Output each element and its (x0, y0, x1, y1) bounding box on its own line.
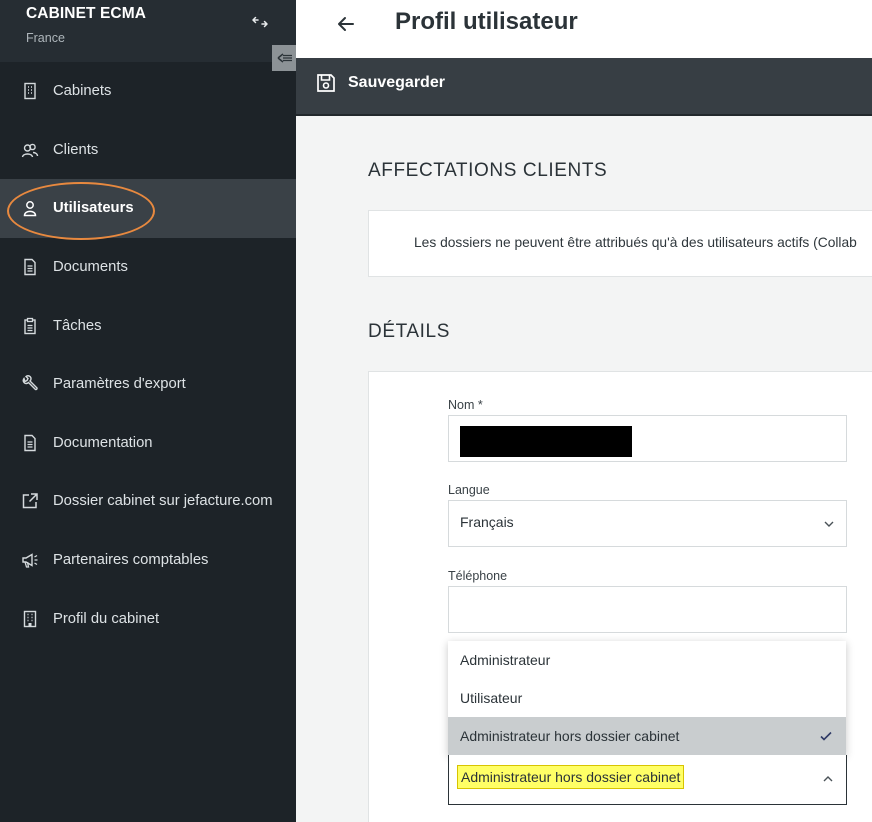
section-title-details: DÉTAILS (368, 321, 450, 342)
page-title: Profil utilisateur (395, 8, 578, 35)
action-bar: Sauvegarder (296, 58, 872, 116)
sidebar-nav: Cabinets Clients Utilisateurs Documents (0, 62, 296, 648)
sidebar: CABINET ECMA France Cabinets Clients Uti… (0, 0, 298, 822)
sidebar-header: CABINET ECMA France (0, 0, 296, 62)
clipboard-icon (21, 317, 39, 335)
building-icon (21, 82, 39, 100)
role-option-administrateur[interactable]: Administrateur (448, 641, 846, 679)
switch-firm-icon[interactable] (250, 12, 270, 32)
role-option-label: Administrateur (460, 652, 551, 668)
chevron-up-icon (823, 776, 833, 782)
sidebar-item-label: Documentation (53, 434, 153, 451)
sidebar-item-documentation[interactable]: Documentation (0, 414, 296, 473)
sidebar-item-label: Cabinets (53, 83, 112, 100)
role-dropdown-menu: Administrateur Utilisateur Administrateu… (448, 641, 846, 755)
role-option-label: Utilisateur (460, 690, 523, 706)
sidebar-item-label: Paramètres d'export (53, 376, 186, 393)
name-field[interactable] (448, 415, 847, 462)
sidebar-item-cabinets[interactable]: Cabinets (0, 62, 296, 121)
firm-country: France (26, 31, 65, 45)
section-title-assignments: AFFECTATIONS CLIENTS (368, 160, 608, 181)
sidebar-item-export-settings[interactable]: Paramètres d'export (0, 355, 296, 414)
sidebar-item-firm-profile[interactable]: Profil du cabinet (0, 589, 296, 648)
building-icon (21, 610, 39, 628)
phone-label: Téléphone (448, 569, 508, 583)
sidebar-item-utilisateurs[interactable]: Utilisateurs (0, 179, 296, 241)
language-select[interactable]: Français (448, 500, 847, 547)
phone-field[interactable] (448, 586, 847, 633)
sidebar-item-taches[interactable]: Tâches (0, 296, 296, 355)
role-option-admin-hors-dossier[interactable]: Administrateur hors dossier cabinet (448, 717, 846, 755)
sidebar-item-label: Profil du cabinet (53, 610, 160, 627)
redacted-name-value (460, 426, 632, 457)
users-icon (21, 141, 39, 159)
assignments-info-card: Les dossiers ne peuvent être attribués q… (368, 210, 872, 277)
document-icon (21, 258, 39, 276)
sidebar-item-partners[interactable]: Partenaires comptables (0, 531, 296, 590)
wrench-icon (21, 375, 39, 393)
language-value: Français (460, 514, 514, 530)
sidebar-item-label: Dossier cabinet sur jefacture.com (53, 493, 273, 510)
role-select[interactable]: Administrateur hors dossier cabinet (448, 755, 847, 805)
sidebar-item-jefacture[interactable]: Dossier cabinet sur jefacture.com (0, 472, 296, 531)
role-option-label: Administrateur hors dossier cabinet (460, 728, 680, 744)
external-link-icon (21, 492, 39, 510)
sidebar-item-label: Documents (53, 259, 128, 276)
checkmark-icon (820, 731, 832, 741)
language-label: Langue (448, 483, 490, 497)
back-arrow-icon[interactable] (334, 12, 358, 36)
sidebar-item-label: Partenaires comptables (53, 552, 209, 569)
chevron-down-icon (824, 521, 834, 527)
save-button-label: Sauvegarder (348, 74, 445, 91)
save-button[interactable]: Sauvegarder (316, 73, 445, 93)
role-option-utilisateur[interactable]: Utilisateur (448, 679, 846, 717)
sidebar-item-documents[interactable]: Documents (0, 238, 296, 297)
megaphone-icon (21, 551, 39, 569)
firm-name: CABINET ECMA (26, 5, 147, 22)
name-label: Nom * (448, 398, 483, 412)
floppy-disk-icon (317, 74, 335, 92)
sidebar-item-clients[interactable]: Clients (0, 121, 296, 180)
sidebar-item-label: Tâches (53, 317, 102, 334)
sidebar-item-label: Utilisateurs (53, 200, 134, 217)
page-header: Profil utilisateur (296, 0, 872, 58)
assignments-info-text: Les dossiers ne peuvent être attribués q… (414, 235, 857, 250)
sidebar-item-label: Clients (53, 141, 99, 158)
document-icon (21, 434, 39, 452)
user-icon (21, 199, 39, 217)
role-value: Administrateur hors dossier cabinet (457, 765, 685, 789)
